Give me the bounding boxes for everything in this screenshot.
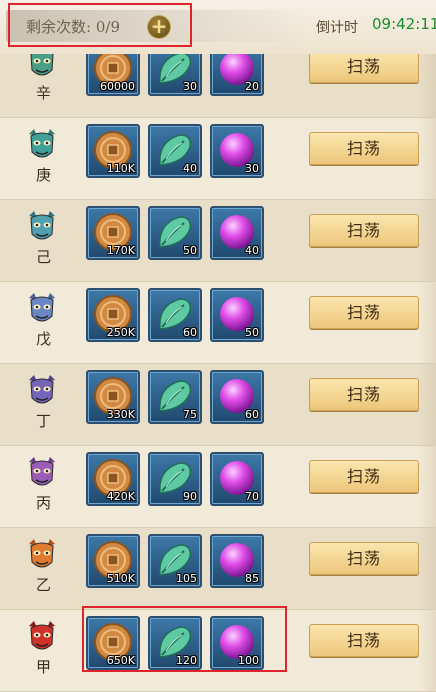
sweep-button[interactable]: 扫荡	[309, 132, 419, 165]
stage-row: 庚 110K 40 30 扫荡	[0, 118, 436, 200]
orb-quantity: 60	[245, 408, 259, 421]
copper-coin-reward[interactable]: 110K	[86, 124, 140, 178]
jade-leaf-reward[interactable]: 90	[148, 452, 202, 506]
sweep-button[interactable]: 扫荡	[309, 378, 419, 411]
stage-stem-label: 丁	[36, 412, 52, 430]
leaf-quantity: 40	[183, 162, 197, 175]
stage-row: 戊 250K 60 50 扫荡	[0, 282, 436, 364]
stage-stem-label: 乙	[36, 576, 52, 594]
orb-quantity: 85	[245, 572, 259, 585]
countdown-value: 09:42:11	[372, 15, 436, 33]
coin-quantity: 170K	[106, 244, 135, 257]
purple-orb-reward[interactable]: 50	[210, 288, 264, 342]
purple-orb-reward[interactable]: 30	[210, 124, 264, 178]
stage-stem-label: 甲	[36, 658, 52, 676]
coin-quantity: 420K	[106, 490, 135, 503]
countdown-label: 倒计时	[316, 20, 358, 36]
purple-orb-reward[interactable]: 70	[210, 452, 264, 506]
stage-stem-label: 戊	[36, 330, 52, 348]
leaf-quantity: 90	[183, 490, 197, 503]
stage-row: 乙 510K 105 85 扫荡	[0, 528, 436, 610]
boss-mask-icon	[29, 211, 55, 240]
sweep-button[interactable]: 扫荡	[309, 624, 419, 657]
jade-leaf-reward[interactable]: 60	[148, 288, 202, 342]
copper-coin-reward[interactable]: 420K	[86, 452, 140, 506]
sweep-button[interactable]: 扫荡	[309, 460, 419, 493]
jade-leaf-reward[interactable]: 105	[148, 534, 202, 588]
jade-leaf-reward[interactable]: 50	[148, 206, 202, 260]
leaf-quantity: 105	[176, 572, 197, 585]
stage-stem-label: 丙	[36, 494, 52, 512]
sweep-button[interactable]: 扫荡	[309, 50, 419, 83]
leaf-quantity: 60	[183, 326, 197, 339]
coin-quantity: 330K	[106, 408, 135, 421]
copper-coin-reward[interactable]: 330K	[86, 370, 140, 424]
stage-row: 己 170K 50 40 扫荡	[0, 200, 436, 282]
boss-mask-icon	[29, 129, 55, 158]
purple-orb-reward[interactable]: 85	[210, 534, 264, 588]
stage-stem-label: 辛	[36, 84, 52, 102]
coin-quantity: 510K	[106, 572, 135, 585]
boss-mask-icon	[29, 293, 55, 322]
leaf-quantity: 30	[183, 80, 197, 93]
boss-mask-icon	[29, 375, 55, 404]
copper-coin-reward[interactable]: 510K	[86, 534, 140, 588]
coin-quantity: 60000	[100, 80, 135, 93]
coin-quantity: 110K	[106, 162, 135, 175]
stage-stem-label: 己	[36, 248, 52, 266]
sweep-button[interactable]: 扫荡	[309, 542, 419, 575]
coin-quantity: 250K	[106, 326, 135, 339]
jade-leaf-reward[interactable]: 75	[148, 370, 202, 424]
stage-row: 丙 420K 90 70 扫荡	[0, 446, 436, 528]
rewards-highlight-box	[82, 606, 287, 672]
orb-quantity: 70	[245, 490, 259, 503]
stage-row: 丁 330K 75 60 扫荡	[0, 364, 436, 446]
sweep-button[interactable]: 扫荡	[309, 296, 419, 329]
boss-mask-icon	[29, 457, 55, 486]
purple-orb-reward[interactable]: 60	[210, 370, 264, 424]
leaf-quantity: 75	[183, 408, 197, 421]
sweep-button[interactable]: 扫荡	[309, 214, 419, 247]
stage-stem-label: 庚	[36, 166, 52, 184]
copper-coin-reward[interactable]: 170K	[86, 206, 140, 260]
leaf-quantity: 50	[183, 244, 197, 257]
orb-quantity: 50	[245, 326, 259, 339]
remaining-highlight-box	[8, 3, 192, 47]
orb-quantity: 20	[245, 80, 259, 93]
orb-quantity: 30	[245, 162, 259, 175]
purple-orb-reward[interactable]: 40	[210, 206, 264, 260]
jade-leaf-reward[interactable]: 40	[148, 124, 202, 178]
boss-mask-icon	[29, 539, 55, 568]
boss-mask-icon	[29, 621, 55, 650]
orb-quantity: 40	[245, 244, 259, 257]
copper-coin-reward[interactable]: 250K	[86, 288, 140, 342]
